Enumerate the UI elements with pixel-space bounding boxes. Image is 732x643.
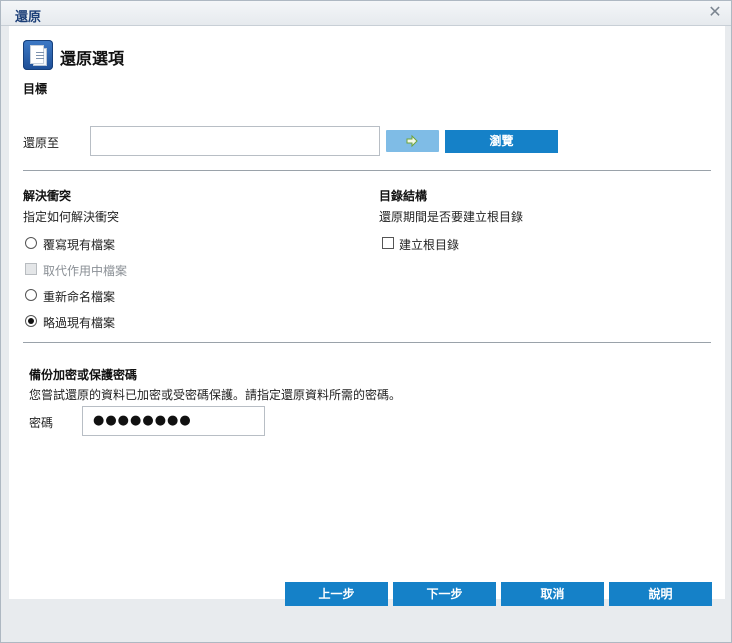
- restore-to-label: 還原至: [23, 136, 60, 150]
- password-description: 您嘗試還原的資料已加密或受密碼保護。請指定還原資料所需的密碼。: [29, 388, 402, 402]
- create-root-checkbox[interactable]: [382, 237, 394, 249]
- overwrite-radio[interactable]: [25, 237, 37, 249]
- restore-document-icon: [23, 40, 53, 70]
- content-panel: 還原選項 目標 還原至 瀏覽 解決衝突 指定如何解決衝突 覆寫現有檔案 取代作用…: [9, 26, 725, 599]
- divider: [23, 170, 711, 171]
- directory-description: 還原期間是否要建立根目錄: [379, 210, 524, 224]
- rename-radio[interactable]: [25, 289, 37, 301]
- window-title: 還原: [15, 10, 42, 25]
- help-button[interactable]: 說明: [609, 582, 712, 606]
- restore-dialog: 還原 ✕ 還原選項 目標 還原至 瀏覽 解決衝突 指定如何解決衝突 覆寫現有檔案…: [0, 0, 732, 643]
- browse-button[interactable]: 瀏覽: [445, 130, 558, 153]
- conflict-title: 解決衝突: [23, 189, 72, 203]
- close-icon[interactable]: ✕: [707, 4, 723, 20]
- arrow-right-icon: [406, 134, 418, 148]
- destination-path-input[interactable]: [90, 126, 380, 156]
- replace-active-label: 取代作用中檔案: [43, 264, 128, 278]
- password-section-title: 備份加密或保護密碼: [29, 368, 138, 382]
- cancel-button[interactable]: 取消: [501, 582, 604, 606]
- page-title: 還原選項: [60, 49, 125, 68]
- password-label: 密碼: [29, 416, 54, 430]
- destination-section-label: 目標: [23, 82, 48, 96]
- skip-existing-label[interactable]: 略過現有檔案: [43, 314, 115, 331]
- create-root-label[interactable]: 建立根目錄: [399, 236, 459, 253]
- rename-label[interactable]: 重新命名檔案: [43, 288, 115, 305]
- skip-existing-radio[interactable]: [25, 315, 37, 327]
- back-button[interactable]: 上一步: [285, 582, 388, 606]
- conflict-description: 指定如何解決衝突: [23, 210, 120, 224]
- go-button[interactable]: [386, 130, 439, 152]
- overwrite-label[interactable]: 覆寫現有檔案: [43, 236, 115, 253]
- title-bar[interactable]: 還原 ✕: [1, 1, 731, 26]
- directory-title: 目錄結構: [379, 189, 428, 203]
- password-input[interactable]: ●●●●●●●●: [82, 406, 265, 436]
- replace-active-checkbox[interactable]: [25, 263, 37, 275]
- next-button[interactable]: 下一步: [393, 582, 496, 606]
- divider: [23, 342, 711, 343]
